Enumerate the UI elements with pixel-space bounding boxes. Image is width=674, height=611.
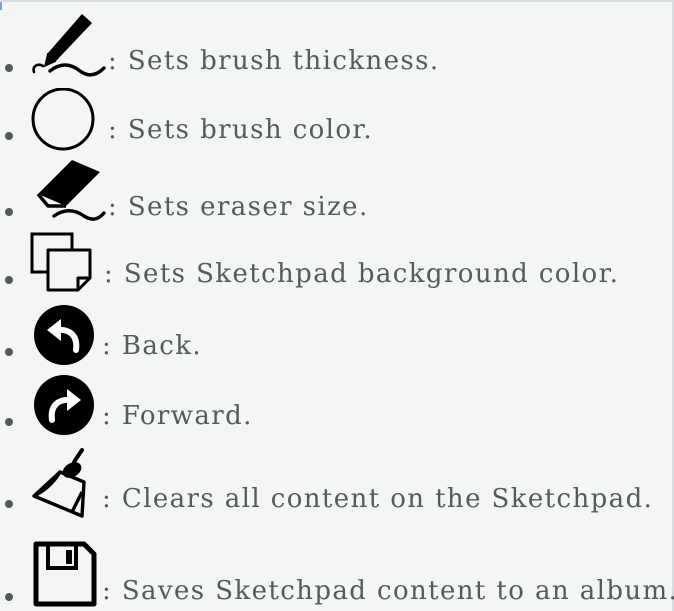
panel-accent bbox=[0, 2, 2, 10]
list-item-eraser-size: : Sets eraser size. bbox=[0, 160, 672, 224]
list-item-back: : Back. bbox=[0, 304, 672, 368]
list-item-forward: : Forward. bbox=[0, 374, 672, 438]
bullet bbox=[5, 500, 13, 508]
bullet bbox=[5, 208, 13, 216]
broom-clear-icon bbox=[32, 448, 86, 518]
item-text: : Saves Sketchpad content to an album. bbox=[102, 576, 674, 606]
item-text: : Back. bbox=[102, 331, 203, 361]
item-text: : Sets Sketchpad background color. bbox=[104, 259, 620, 289]
bullet bbox=[5, 418, 13, 426]
bullet bbox=[5, 348, 13, 356]
list-item-brush-color: : Sets brush color. bbox=[0, 88, 672, 152]
circle-outline-icon bbox=[31, 88, 95, 151]
bullet bbox=[5, 132, 13, 140]
list-item-background-color: : Sets Sketchpad background color. bbox=[0, 232, 672, 296]
item-text: : Sets brush thickness. bbox=[108, 46, 440, 76]
redo-arrow-icon bbox=[34, 375, 94, 435]
stacked-pages-icon bbox=[30, 232, 92, 292]
item-text: : Clears all content on the Sketchpad. bbox=[102, 484, 654, 514]
list-item-clear: : Clears all content on the Sketchpad. bbox=[0, 448, 672, 518]
undo-arrow-icon bbox=[34, 305, 94, 365]
item-text: : Forward. bbox=[102, 401, 253, 431]
item-text: : Sets brush color. bbox=[108, 115, 374, 145]
help-panel: : Sets brush thickness. : Sets brush col… bbox=[0, 0, 674, 611]
list-item-save: : Saves Sketchpad content to an album. bbox=[0, 540, 674, 607]
bullet bbox=[5, 276, 13, 284]
list-item-brush-thickness: : Sets brush thickness. bbox=[0, 14, 672, 78]
bullet bbox=[5, 593, 13, 601]
item-text: : Sets eraser size. bbox=[108, 192, 369, 222]
save-floppy-icon bbox=[33, 541, 97, 607]
eraser-stroke-icon bbox=[36, 160, 106, 221]
bullet bbox=[5, 64, 13, 72]
